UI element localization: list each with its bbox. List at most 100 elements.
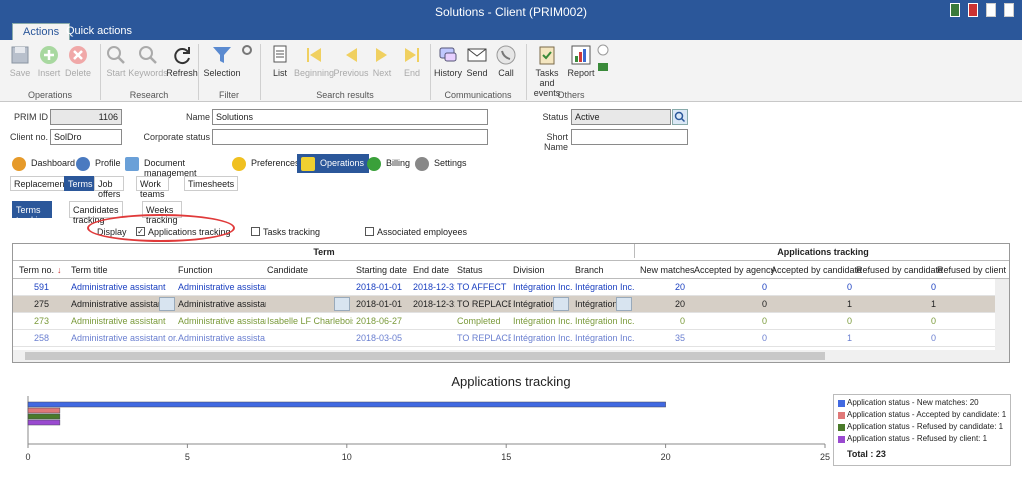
- dollar-icon: [367, 157, 381, 171]
- col-term-title[interactable]: Term title: [71, 265, 108, 275]
- tab-timesheets[interactable]: Timesheets: [184, 176, 239, 191]
- legend-label: Application status - Accepted by candida…: [847, 410, 1007, 419]
- col-refused-by-candidate[interactable]: Refused by candidate: [856, 265, 943, 275]
- table-cell: Intégration Inc.: [575, 333, 635, 343]
- table-cell: 258: [33, 333, 49, 343]
- gear-icon[interactable]: [241, 44, 253, 56]
- tab-quick-actions[interactable]: Quick actions: [56, 23, 142, 40]
- scroll-thumb[interactable]: [25, 352, 825, 360]
- legend-item: Application status - New matches: 20: [838, 398, 1006, 410]
- table-cell: TO REPLACE: [457, 333, 511, 343]
- beginning-button[interactable]: Beginning: [294, 44, 334, 78]
- col-starting-date[interactable]: Starting date: [356, 265, 407, 275]
- tab-job-offers[interactable]: Job offers: [94, 176, 125, 199]
- branch-lookup-button[interactable]: [616, 297, 632, 311]
- close-icon[interactable]: [1004, 3, 1014, 17]
- table-cell: Completed: [457, 316, 501, 326]
- x-tick-label: 10: [342, 452, 352, 462]
- group-others: Others: [557, 90, 585, 100]
- col-branch[interactable]: Branch: [575, 265, 604, 275]
- document-icon[interactable]: [950, 3, 960, 17]
- operations-icon: [301, 157, 315, 171]
- tab-operations[interactable]: Operations: [297, 154, 370, 173]
- associated-employees-checkbox[interactable]: [365, 227, 374, 236]
- end-button[interactable]: End: [392, 44, 432, 78]
- col-division[interactable]: Division: [513, 265, 545, 275]
- col-new-matches[interactable]: New matches: [640, 265, 695, 275]
- x-tick-label: 20: [661, 452, 671, 462]
- legend-item: Application status - Refused by client: …: [838, 434, 1006, 446]
- bar: [27, 407, 61, 414]
- tab-dashboard[interactable]: Dashboard: [8, 154, 80, 173]
- tab-profile[interactable]: Profile: [72, 154, 126, 173]
- person-icon: [76, 157, 90, 171]
- flag-icon[interactable]: [968, 3, 978, 17]
- client-no-field[interactable]: SolDro: [50, 129, 122, 145]
- terms-grid[interactable]: Term Applications tracking Term no. ↓ Te…: [12, 243, 1010, 363]
- col-term-no[interactable]: Term no.: [19, 265, 54, 275]
- gear-icon: [415, 157, 429, 171]
- tab-document-management[interactable]: Document management: [121, 154, 202, 178]
- corporate-status-field[interactable]: [212, 129, 488, 145]
- table-cell: 0: [761, 333, 767, 343]
- col-refused-by-client[interactable]: Refused by client: [937, 265, 1006, 275]
- tab-work-teams[interactable]: Work teams: [136, 176, 169, 199]
- table-cell: Administrative assista...: [178, 333, 266, 343]
- table-row[interactable]: 258 Administrative assistant or... Adminis…: [13, 330, 1009, 347]
- table-cell: Administrative assistant: [178, 282, 266, 292]
- table-cell: 273: [33, 316, 49, 326]
- status-search-button[interactable]: [672, 109, 688, 125]
- delete-icon: [69, 46, 87, 64]
- tab-terms[interactable]: Terms: [64, 176, 97, 191]
- tab-candidates-tracking[interactable]: Candidates tracking: [69, 201, 123, 225]
- legend-swatch: [838, 424, 845, 431]
- tasks-tracking-checkbox[interactable]: [251, 227, 260, 236]
- table-row[interactable]: 273 Administrative assistant Administrativ…: [13, 313, 1009, 330]
- tab-billing[interactable]: Billing: [363, 154, 415, 173]
- table-cell: Administrative assistant: [178, 316, 266, 326]
- table-row[interactable]: 275 Administrative assistant Administrativ…: [13, 296, 1009, 313]
- export-icon[interactable]: [597, 60, 609, 72]
- col-accepted-by-candidate[interactable]: Accepted by candidate: [771, 265, 862, 275]
- tab-terms-tracking[interactable]: Terms tracking: [12, 201, 52, 225]
- name-field[interactable]: Solutions: [212, 109, 488, 125]
- short-name-field[interactable]: [571, 129, 688, 145]
- table-cell: 0: [761, 282, 767, 292]
- col-status[interactable]: Status: [457, 265, 483, 275]
- save-label: Save: [9, 68, 31, 78]
- col-accepted-by-agency[interactable]: Accepted by agency: [694, 265, 775, 275]
- horizontal-scrollbar[interactable]: [13, 350, 1009, 362]
- prim-id-label: PRIM ID: [13, 112, 48, 122]
- table-cell: Administrative assistant: [178, 299, 266, 309]
- col-candidate[interactable]: Candidate: [267, 265, 308, 275]
- delete-button[interactable]: Delete: [58, 44, 98, 78]
- candidate-lookup-button[interactable]: [334, 297, 350, 311]
- tab-settings[interactable]: Settings: [411, 154, 472, 173]
- report-button[interactable]: Report: [561, 44, 601, 78]
- function-lookup-button[interactable]: [159, 297, 175, 311]
- tab-preferences[interactable]: Preferences: [228, 154, 305, 173]
- call-button[interactable]: Call: [486, 44, 526, 78]
- col-end-date[interactable]: End date: [413, 265, 449, 275]
- division-lookup-button[interactable]: [553, 297, 569, 311]
- tab-document-management-label: Document management: [144, 158, 197, 178]
- clipboard-icon: [539, 46, 555, 65]
- table-cell: Intégration Inc.: [513, 316, 573, 326]
- refresh-button[interactable]: Refresh: [162, 44, 202, 78]
- table-cell: 2018-01-01: [356, 282, 403, 292]
- table-row[interactable]: 591 Administrative assistant Administrativ…: [13, 279, 1009, 296]
- previous-icon: [346, 48, 357, 62]
- bar: [27, 419, 61, 426]
- tasks-tracking-label: Tasks tracking: [263, 227, 321, 237]
- chart-title: Applications tracking: [451, 374, 571, 389]
- start-label: Start: [106, 68, 126, 78]
- print-icon[interactable]: [986, 3, 996, 17]
- window-title: Solutions - Client (PRIM002): [434, 5, 588, 19]
- send-label: Send: [466, 68, 488, 78]
- table-cell: 1: [846, 299, 852, 309]
- col-function[interactable]: Function: [178, 265, 213, 275]
- status-label: Status: [542, 112, 568, 122]
- selection-button[interactable]: Selection: [202, 44, 242, 78]
- legend-swatch: [838, 412, 845, 419]
- clock-icon[interactable]: [597, 44, 609, 56]
